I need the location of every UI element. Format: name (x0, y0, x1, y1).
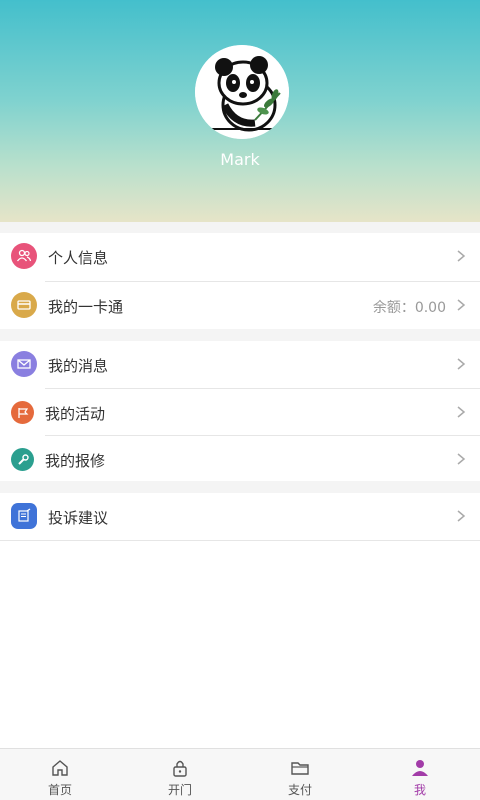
lock-icon (173, 760, 187, 777)
menu-item-label: 我的活动 (45, 405, 106, 423)
tab-label: 首页 (47, 783, 72, 797)
tab-home[interactable]: 首页 (0, 749, 120, 800)
avatar[interactable] (195, 45, 289, 139)
chevron-right-icon (457, 250, 466, 262)
chevron-right-icon (457, 453, 466, 465)
tab-label: 我 (413, 783, 426, 797)
section-gap (0, 329, 480, 341)
section-gap (0, 222, 480, 233)
chevron-right-icon (457, 358, 466, 370)
chevron-right-icon (457, 510, 466, 522)
chevron-right-icon (457, 406, 466, 418)
menu-item-label: 我的消息 (48, 357, 109, 375)
menu-item-label: 投诉建议 (48, 509, 109, 527)
tab-me[interactable]: 我 (360, 749, 480, 800)
menu-item-label: 我的报修 (45, 452, 106, 470)
panda-avatar-icon (195, 45, 289, 139)
section-gap (0, 481, 480, 493)
tab-open-door[interactable]: 开门 (120, 749, 240, 800)
profile-header: Mark (0, 0, 480, 222)
divider (0, 540, 480, 541)
card-icon (11, 292, 37, 318)
menu-item-label: 个人信息 (48, 249, 109, 267)
chevron-right-icon (457, 299, 466, 311)
tab-label: 支付 (287, 783, 312, 797)
tab-payment[interactable]: 支付 (240, 749, 360, 800)
home-icon (52, 760, 68, 776)
menu-item-repairs[interactable]: 我的报修 (0, 436, 480, 483)
user-group-icon (11, 243, 37, 269)
username: Mark (220, 150, 260, 169)
menu-item-label: 我的一卡通 (48, 298, 124, 316)
feedback-edit-icon (11, 503, 37, 529)
menu-item-complaints[interactable]: 投诉建议 (0, 493, 480, 540)
menu-item-personal-info[interactable]: 个人信息 (0, 233, 480, 280)
tab-label: 开门 (167, 783, 192, 797)
menu-item-activities[interactable]: 我的活动 (0, 389, 480, 436)
bottom-tab-bar: 首页 开门 支付 我 (0, 748, 480, 800)
menu-item-card[interactable]: 我的一卡通 余额：0.00 (0, 282, 480, 329)
envelope-icon (11, 351, 37, 377)
menu-item-messages[interactable]: 我的消息 (0, 341, 480, 388)
wrench-icon (11, 448, 34, 471)
person-icon (412, 760, 428, 776)
card-balance: 余额：0.00 (372, 300, 446, 316)
folder-icon (291, 762, 309, 775)
flag-icon (11, 401, 34, 424)
